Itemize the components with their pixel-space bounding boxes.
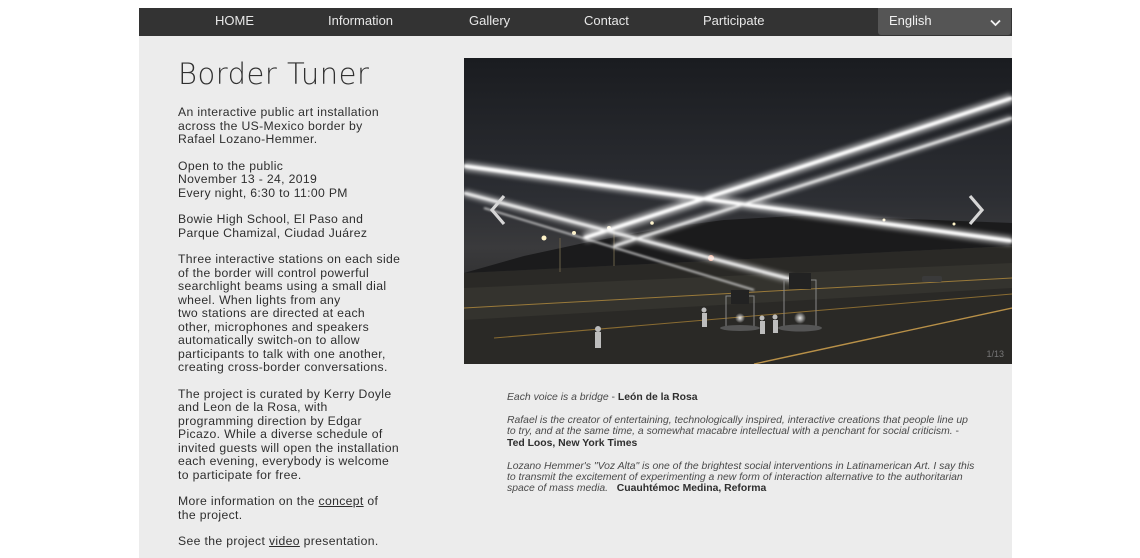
nav-participate[interactable]: Participate (703, 8, 764, 36)
quote-item: Each voice is a bridge - León de la Rosa (507, 392, 977, 403)
chevron-down-icon (990, 15, 1001, 30)
quote-item: Rafael is the creator of entertaining, t… (507, 415, 977, 449)
video-prefix: See the project (178, 534, 269, 548)
slide-photo (464, 58, 1012, 364)
quote-text: Each voice is a bridge (507, 392, 609, 403)
language-selected: English (889, 13, 932, 28)
more-info-text: More information on the concept of the p… (178, 494, 433, 522)
quote-separator (608, 483, 617, 494)
quote-item: Lozano Hemmer's "Voz Alta" is one of the… (507, 461, 977, 495)
quote-author: León de la Rosa (617, 392, 698, 403)
slider-prev-button[interactable] (484, 190, 514, 230)
quote-author: Ted Loos, New York Times (507, 437, 638, 449)
venues-text: Bowie High School, El Paso and Parque Ch… (178, 212, 368, 240)
page-title: Border Tuner (178, 57, 370, 91)
nav-contact[interactable]: Contact (584, 8, 629, 36)
schedule-text: Open to the public November 13 - 24, 201… (178, 158, 348, 200)
more-info-prefix: More information on the (178, 494, 319, 508)
press-quotes: Each voice is a bridge - León de la Rosa… (507, 392, 977, 506)
nav-gallery[interactable]: Gallery (469, 8, 510, 36)
image-slider[interactable]: 1/13 (464, 58, 1012, 364)
slide-counter: 1/13 (986, 349, 1004, 359)
language-select[interactable]: English (878, 8, 1011, 35)
description-text: Three interactive stations on each side … (178, 252, 401, 374)
top-nav: HOME Information Gallery Contact Partici… (139, 8, 1012, 36)
quote-author: Cuauhtémoc Medina, Reforma (616, 483, 767, 495)
page-container: HOME Information Gallery Contact Partici… (139, 8, 1012, 558)
video-suffix: presentation. (299, 534, 379, 548)
intro-column: Border Tuner An interactive public art i… (178, 56, 433, 558)
quote-separator: - (952, 426, 960, 438)
quote-text: Rafael is the creator of entertaining, t… (507, 415, 968, 438)
nav-home[interactable]: HOME (215, 8, 254, 36)
quote-separator: - (608, 392, 618, 403)
slider-next-button[interactable] (960, 190, 990, 230)
video-text: See the project video presentation. (178, 534, 433, 549)
video-link[interactable]: video (269, 534, 300, 548)
intro-text: An interactive public art installation a… (178, 105, 379, 146)
concept-link[interactable]: concept (319, 494, 364, 508)
curation-text: The project is curated by Kerry Doyle an… (178, 386, 399, 482)
nav-information[interactable]: Information (328, 8, 393, 36)
